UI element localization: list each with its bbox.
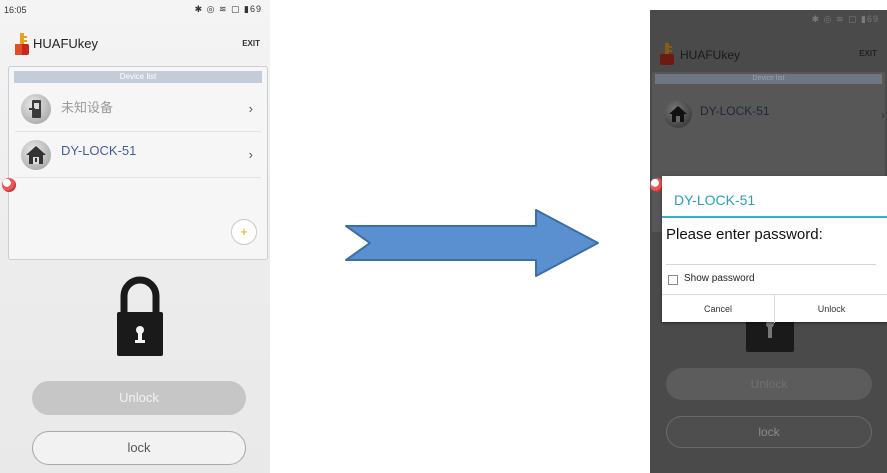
device-list-header: Device list [655,74,882,84]
device-row-dy-lock-51[interactable]: DY-LOCK-51 › [15,133,261,178]
dialog-button-bar: Cancel Unlock [662,294,887,323]
left-phone-screen: 16:05 ✱ ◎ ≋ ▢ ▮69 HUAFUkey EXIT Device l… [0,0,270,473]
key-logo-icon [15,33,29,55]
device-row-dy-lock-51[interactable]: DY-LOCK-51 › [656,94,885,138]
floating-ball-icon[interactable] [2,178,16,192]
app-title: HUAFUkey [33,36,99,51]
dialog-unlock-button[interactable]: Unlock [775,295,887,323]
device-name: DY-LOCK-51 [61,143,137,158]
show-password-checkbox[interactable] [668,275,678,285]
lock-button[interactable]: lock [32,431,246,465]
chevron-right-icon: › [881,108,885,122]
dialog-title-divider [662,216,887,218]
device-row-unknown[interactable]: 未知设备 › [15,87,261,132]
device-list-header: Device list [14,71,262,83]
house-icon [664,100,692,128]
chevron-right-icon: › [248,147,253,162]
password-prompt: Please enter password: [666,226,823,243]
status-icons: ✱ ◎ ≋ ▢ ▮69 [811,14,879,24]
status-icons: ✱ ◎ ≋ ▢ ▮69 [194,4,262,14]
cancel-button[interactable]: Cancel [662,295,775,323]
device-name: DY-LOCK-51 [700,104,770,118]
password-dialog: DY-LOCK-51 Please enter password: Show p… [662,176,887,323]
right-arrow-icon [345,209,599,277]
device-list-panel: Device list 未知设备 › DY-LOCK-51 › + [8,66,268,260]
password-input[interactable] [666,250,876,265]
exit-button[interactable]: EXIT [859,49,877,58]
app-header: HUAFUkey EXIT [650,34,887,74]
house-icon [21,140,51,170]
exit-button[interactable]: EXIT [242,39,260,48]
show-password-label: Show password [684,273,755,284]
add-device-button[interactable]: + [231,219,257,245]
status-bar: ✱ ◎ ≋ ▢ ▮69 [650,10,887,32]
key-logo-icon [660,43,674,65]
chevron-right-icon: › [248,101,253,116]
lock-button[interactable]: lock [666,416,872,448]
right-phone-screen: ✱ ◎ ≋ ▢ ▮69 HUAFUkey EXIT Device list DY… [650,10,887,473]
unlock-button[interactable]: Unlock [32,381,246,415]
app-title: HUAFUkey [680,48,741,62]
status-bar: 16:05 ✱ ◎ ≋ ▢ ▮69 [0,0,270,22]
status-time: 16:05 [4,5,27,15]
unlock-button[interactable]: Unlock [666,368,872,400]
device-name: 未知设备 [61,100,114,115]
app-header: HUAFUkey EXIT [0,24,270,64]
dialog-title: DY-LOCK-51 [674,192,756,208]
padlock-icon [117,276,163,356]
door-lock-icon [21,94,51,124]
